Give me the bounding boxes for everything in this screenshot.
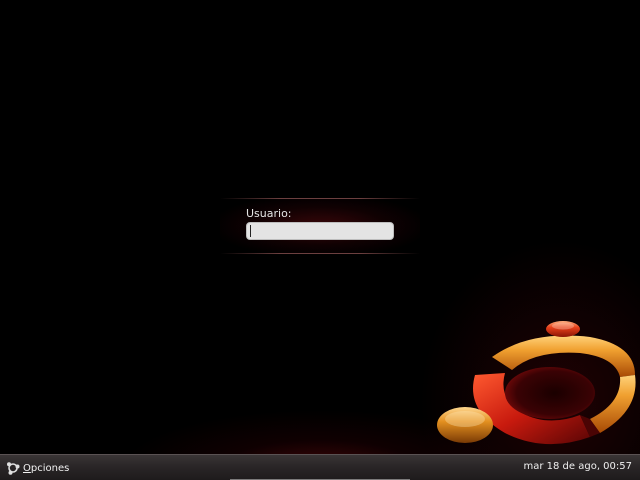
- divider: [220, 253, 420, 254]
- logo-head-top-highlight: [552, 322, 574, 330]
- divider: [220, 198, 420, 199]
- username-input[interactable]: [246, 222, 394, 240]
- logo-ring-hole: [505, 367, 595, 419]
- options-label: Opciones: [23, 462, 70, 474]
- logo-head-left-highlight: [445, 411, 485, 427]
- options-button[interactable]: Opciones: [6, 459, 69, 477]
- login-panel: Usuario:: [220, 198, 420, 254]
- text-caret: [250, 225, 251, 237]
- login-screen: Usuario: Opciones mar 18 de ago, 00:57: [0, 0, 640, 480]
- ubuntu-logo: [437, 321, 636, 445]
- clock: mar 18 de ago, 00:57: [523, 461, 632, 472]
- logo-orange-arc-right: [590, 375, 636, 433]
- options-icon: [7, 462, 20, 475]
- bottom-panel: Opciones mar 18 de ago, 00:57: [0, 454, 640, 480]
- username-label: Usuario:: [246, 207, 292, 220]
